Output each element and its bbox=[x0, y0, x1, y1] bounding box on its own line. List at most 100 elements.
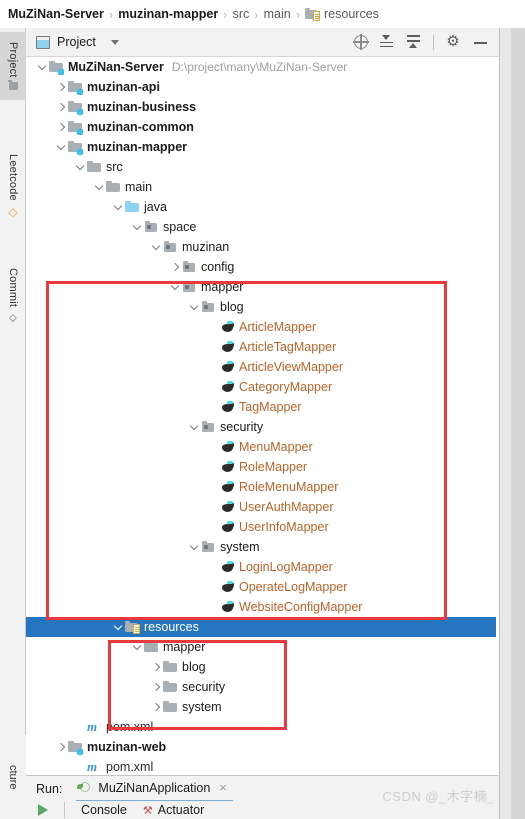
maven-pom-icon: m bbox=[87, 759, 98, 774]
tree-row-userauthmapper[interactable]: UserAuthMapper bbox=[26, 497, 499, 517]
chevron-down-icon[interactable] bbox=[131, 637, 144, 657]
tree-row-src[interactable]: src bbox=[26, 157, 499, 177]
tree-row-muzinan-api[interactable]: muzinan-api bbox=[26, 77, 499, 97]
tree-row-blog[interactable]: blog bbox=[26, 657, 499, 677]
breadcrumb: MuZiNan-Server › muzinan-mapper › src › main › r… bbox=[0, 0, 525, 28]
breadcrumb-item-main[interactable]: main bbox=[264, 7, 291, 21]
chevron-down-icon[interactable] bbox=[36, 57, 49, 77]
breadcrumb-item-src[interactable]: src bbox=[233, 7, 250, 21]
tree-row-mapper[interactable]: mapper bbox=[26, 637, 499, 657]
chevron-down-icon[interactable] bbox=[93, 177, 106, 197]
tree-row-label: OperateLogMapper bbox=[239, 580, 348, 594]
tree-row-rolemapper[interactable]: RoleMapper bbox=[26, 457, 499, 477]
tree-row-muzinan-web[interactable]: muzinan-web bbox=[26, 737, 499, 757]
tree-row-system[interactable]: system bbox=[26, 537, 499, 557]
breadcrumb-item-muzinan-server[interactable]: MuZiNan-Server bbox=[8, 7, 104, 21]
tree-row-blog[interactable]: blog bbox=[26, 297, 499, 317]
tree-row-label: TagMapper bbox=[239, 400, 302, 414]
java-interface-icon bbox=[220, 600, 236, 614]
tree-row-articlemapper[interactable]: ArticleMapper bbox=[26, 317, 499, 337]
tree-row-websiteconfigmapper[interactable]: WebsiteConfigMapper bbox=[26, 597, 499, 617]
chevron-right-icon[interactable] bbox=[55, 77, 68, 97]
hide-icon[interactable] bbox=[472, 34, 488, 50]
tree-row-label: RoleMapper bbox=[239, 460, 308, 474]
tree-row-tagmapper[interactable]: TagMapper bbox=[26, 397, 499, 417]
sidebar-item-commit[interactable]: Commit ⬦ bbox=[0, 256, 26, 336]
sidebar-item-structure[interactable]: cture bbox=[0, 735, 26, 819]
chevron-down-icon[interactable] bbox=[55, 137, 68, 157]
tree-row-userinfomapper[interactable]: UserInfoMapper bbox=[26, 517, 499, 537]
tree-row-label: security bbox=[182, 680, 226, 694]
idea-project-window: MuZiNan-Server › muzinan-mapper › src › main › r… bbox=[0, 0, 525, 819]
tab-actuator[interactable]: ⚒ Actuator bbox=[143, 803, 204, 817]
close-icon[interactable]: × bbox=[219, 780, 227, 795]
sidebar-item-leetcode[interactable]: Leetcode ◇ bbox=[0, 140, 26, 232]
chevron-right-icon[interactable] bbox=[150, 657, 163, 677]
tree-row-system[interactable]: system bbox=[26, 697, 499, 717]
tree-row-label: resources bbox=[144, 620, 199, 634]
settings-gear-icon[interactable]: ⚙ bbox=[445, 34, 461, 50]
project-tree[interactable]: MuZiNan-Server D:\project\many\MuZiNan-Se… bbox=[26, 57, 499, 775]
tree-row-muzinan-common[interactable]: muzinan-common bbox=[26, 117, 499, 137]
chevron-down-icon[interactable] bbox=[74, 157, 87, 177]
chevron-right-icon[interactable] bbox=[150, 697, 163, 717]
tree-row-articleviewmapper[interactable]: ArticleViewMapper bbox=[26, 357, 499, 377]
tab-console[interactable]: Console bbox=[81, 803, 127, 817]
tree-row-security[interactable]: security bbox=[26, 417, 499, 437]
chevron-right-icon[interactable] bbox=[55, 737, 68, 757]
chevron-down-icon[interactable] bbox=[188, 417, 201, 437]
tree-row-articletagmapper[interactable]: ArticleTagMapper bbox=[26, 337, 499, 357]
chevron-down-icon[interactable] bbox=[110, 39, 119, 45]
tree-row-icon bbox=[220, 460, 238, 474]
run-config-tab[interactable]: MuZiNanApplication × bbox=[76, 776, 233, 802]
tree-row-muzinan-business[interactable]: muzinan-business bbox=[26, 97, 499, 117]
tree-row-space[interactable]: space bbox=[26, 217, 499, 237]
breadcrumb-item-resources[interactable]: resources bbox=[305, 7, 379, 21]
module-folder-icon bbox=[68, 100, 83, 115]
tree-row-label: muzinan-common bbox=[87, 120, 194, 134]
chevron-right-icon[interactable] bbox=[55, 97, 68, 117]
tree-row-menumapper[interactable]: MenuMapper bbox=[26, 437, 499, 457]
chevron-down-icon[interactable] bbox=[112, 197, 125, 217]
tree-row-mapper[interactable]: mapper bbox=[26, 277, 499, 297]
chevron-right-icon[interactable] bbox=[169, 257, 182, 277]
project-panel-title-group[interactable]: Project bbox=[36, 35, 119, 49]
chevron-right-icon[interactable] bbox=[150, 677, 163, 697]
tree-row-security[interactable]: security bbox=[26, 677, 499, 697]
chevron-down-icon[interactable] bbox=[169, 277, 182, 297]
tree-row-pom-xml[interactable]: m pom.xml bbox=[26, 717, 499, 737]
chevron-right-icon[interactable] bbox=[55, 117, 68, 137]
breadcrumb-item-muzinan-mapper[interactable]: muzinan-mapper bbox=[118, 7, 218, 21]
tree-row-muzinan-mapper[interactable]: muzinan-mapper bbox=[26, 137, 499, 157]
chevron-down-icon[interactable] bbox=[188, 537, 201, 557]
tree-row-label: ArticleMapper bbox=[239, 320, 317, 334]
tree-row-label: UserAuthMapper bbox=[239, 500, 334, 514]
chevron-down-icon[interactable] bbox=[188, 297, 201, 317]
chevron-down-icon[interactable] bbox=[131, 217, 144, 237]
tree-row-rolemenumapper[interactable]: RoleMenuMapper bbox=[26, 477, 499, 497]
tree-row-label: config bbox=[201, 260, 235, 274]
tree-row-main[interactable]: main bbox=[26, 177, 499, 197]
tree-row-config[interactable]: config bbox=[26, 257, 499, 277]
sidebar-item-project[interactable]: Project bbox=[0, 32, 26, 100]
chevron-down-icon[interactable] bbox=[150, 237, 163, 257]
chevron-down-icon[interactable] bbox=[112, 617, 125, 637]
tree-row-operatelogmapper[interactable]: OperateLogMapper bbox=[26, 577, 499, 597]
tree-row-pom-xml[interactable]: m pom.xml bbox=[26, 757, 499, 775]
package-icon bbox=[201, 420, 216, 434]
select-opened-file-icon[interactable] bbox=[352, 33, 369, 50]
tree-row-categorymapper[interactable]: CategoryMapper bbox=[26, 377, 499, 397]
tree-row-loginlogmapper[interactable]: LoginLogMapper bbox=[26, 557, 499, 577]
collapse-all-icon[interactable] bbox=[406, 34, 422, 50]
tree-row-muzinan[interactable]: muzinan bbox=[26, 237, 499, 257]
tree-row-java[interactable]: java bbox=[26, 197, 499, 217]
breadcrumb-separator: › bbox=[296, 6, 300, 22]
tree-row-muzinan-server[interactable]: MuZiNan-Server D:\project\many\MuZiNan-Se… bbox=[26, 57, 499, 77]
play-icon[interactable] bbox=[38, 804, 48, 816]
tree-row-resources[interactable]: resources bbox=[26, 617, 496, 637]
expand-all-icon[interactable] bbox=[379, 34, 395, 50]
tree-row-label: security bbox=[220, 420, 264, 434]
tree-row-label: blog bbox=[220, 300, 244, 314]
